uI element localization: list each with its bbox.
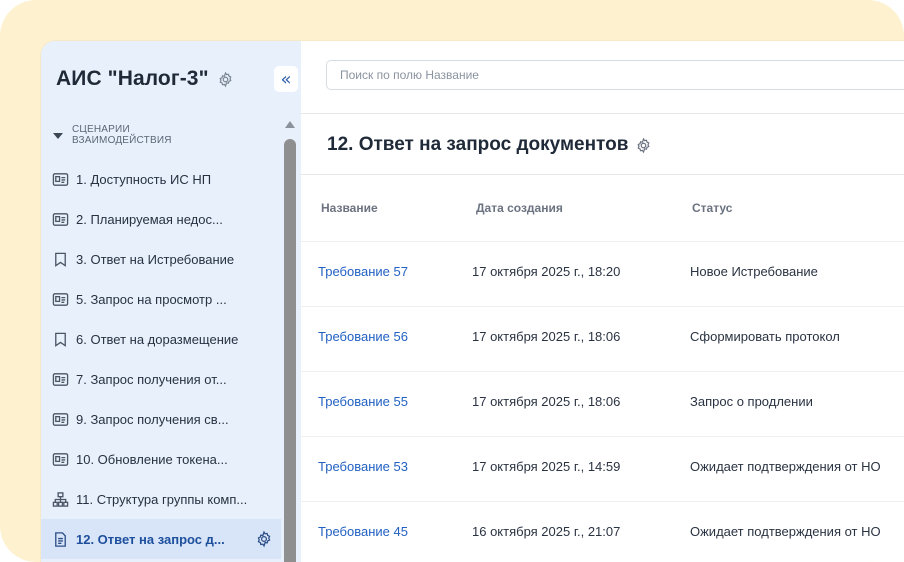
request-link[interactable]: Требование 56	[318, 329, 408, 344]
sidebar-scrollbar[interactable]	[284, 121, 296, 562]
sidebar-item-label: 7. Запрос получения от...	[76, 371, 227, 387]
sidebar-item-label: 2. Планируемая недос...	[76, 211, 223, 227]
table-row[interactable]: Требование 53 17 октября 2025 г., 14:59 …	[301, 437, 904, 502]
page-header: 12. Ответ на запрос документов	[327, 134, 652, 156]
table-row[interactable]: Требование 57 17 октября 2025 г., 18:20 …	[301, 242, 904, 307]
request-link[interactable]: Требование 57	[318, 264, 408, 279]
document-icon	[51, 530, 69, 548]
created-date: 16 октября 2025 г., 21:07	[472, 524, 621, 539]
gear-icon[interactable]	[217, 71, 234, 88]
sidebar-item-9[interactable]: 11. Структура группы комп...	[41, 479, 281, 519]
app-title: АИС "Налог-3"	[56, 67, 209, 90]
sidebar-item-2[interactable]: 2. Планируемая недос...	[41, 199, 281, 239]
column-header-date[interactable]: Дата создания	[476, 201, 563, 215]
sidebar-item-label: 10. Обновление токена...	[76, 451, 228, 467]
table-row[interactable]: Требование 56 17 октября 2025 г., 18:06 …	[301, 307, 904, 372]
search-bar	[301, 41, 904, 114]
status-text: Ожидает подтверждения от НО	[690, 524, 881, 539]
column-header-status[interactable]: Статус	[692, 201, 732, 215]
page-background: АИС "Налог-3" « СЦЕНАРИИ ВЗАИМОДЕЙСТВИЯ	[0, 0, 904, 562]
column-header-name[interactable]: Название	[321, 201, 378, 215]
sidebar-item-label: 3. Ответ на Истребование	[76, 251, 235, 267]
id-card-icon	[51, 410, 69, 428]
scenarios-section-header[interactable]: СЦЕНАРИИ ВЗАИМОДЕЙСТВИЯ	[53, 124, 192, 146]
sidebar-item-label: 1. Доступность ИС НП	[76, 171, 212, 187]
sidebar-item-3[interactable]: 3. Ответ на Истребование	[41, 239, 281, 279]
app-window: АИС "Налог-3" « СЦЕНАРИИ ВЗАИМОДЕЙСТВИЯ	[41, 41, 904, 562]
sidebar-item-4[interactable]: 5. Запрос на просмотр ...	[41, 279, 281, 319]
requests-table: Название Дата создания Статус Требование…	[301, 175, 904, 562]
id-card-icon	[51, 290, 69, 308]
id-card-icon	[51, 170, 69, 188]
sidebar: АИС "Налог-3" « СЦЕНАРИИ ВЗАИМОДЕЙСТВИЯ	[41, 41, 302, 562]
table-header: Название Дата создания Статус	[301, 175, 904, 242]
scrollbar-thumb[interactable]	[284, 139, 296, 562]
request-link[interactable]: Требование 55	[318, 394, 408, 409]
gear-icon[interactable]	[635, 137, 652, 154]
status-text: Запрос о продлении	[690, 394, 813, 409]
sidebar-item-5[interactable]: 6. Ответ на доразмещение	[41, 319, 281, 359]
gear-icon[interactable]	[255, 530, 273, 548]
chevron-down-icon[interactable]	[53, 133, 63, 139]
table-row[interactable]: Требование 45 16 октября 2025 г., 21:07 …	[301, 502, 904, 562]
search-input[interactable]	[326, 60, 904, 90]
sidebar-item-12-active[interactable]: 12. Ответ на запрос д...	[41, 519, 281, 559]
table-row[interactable]: Требование 55 17 октября 2025 г., 18:06 …	[301, 372, 904, 437]
sidebar-item-label: 6. Ответ на доразмещение	[76, 331, 239, 347]
sidebar-item-8[interactable]: 10. Обновление токена...	[41, 439, 281, 479]
status-text: Сформировать протокол	[690, 329, 840, 344]
sidebar-item-label: 11. Структура группы комп...	[76, 491, 248, 507]
bookmark-icon	[51, 250, 69, 268]
request-link[interactable]: Требование 45	[318, 524, 408, 539]
main-content: 12. Ответ на запрос документов Название …	[301, 41, 904, 562]
sidebar-item-label: 5. Запрос на просмотр ...	[76, 291, 227, 307]
sidebar-item-label: 12. Ответ на запрос д...	[76, 531, 225, 547]
created-date: 17 октября 2025 г., 18:06	[472, 329, 621, 344]
id-card-icon	[51, 210, 69, 228]
id-card-icon	[51, 450, 69, 468]
collapse-sidebar-button[interactable]: «	[274, 66, 298, 92]
created-date: 17 октября 2025 г., 18:20	[472, 264, 621, 279]
status-text: Ожидает подтверждения от НО	[690, 459, 881, 474]
sidebar-item-1[interactable]: 1. Доступность ИС НП	[41, 159, 281, 199]
request-link[interactable]: Требование 53	[318, 459, 408, 474]
sidebar-nav: 1. Доступность ИС НП 2. Планируемая недо…	[41, 159, 281, 559]
sidebar-item-6[interactable]: 7. Запрос получения от...	[41, 359, 281, 399]
page-title: 12. Ответ на запрос документов	[327, 134, 629, 155]
bookmark-icon	[51, 330, 69, 348]
hierarchy-icon	[51, 490, 69, 508]
scroll-up-icon[interactable]	[285, 121, 295, 128]
created-date: 17 октября 2025 г., 18:06	[472, 394, 621, 409]
section-label: СЦЕНАРИИ ВЗАИМОДЕЙСТВИЯ	[72, 124, 172, 146]
id-card-icon	[51, 370, 69, 388]
status-text: Новое Истребование	[690, 264, 818, 279]
sidebar-item-7[interactable]: 9. Запрос получения св...	[41, 399, 281, 439]
sidebar-item-label: 9. Запрос получения св...	[76, 411, 229, 427]
created-date: 17 октября 2025 г., 14:59	[472, 459, 621, 474]
app-header: АИС "Налог-3"	[56, 67, 234, 91]
